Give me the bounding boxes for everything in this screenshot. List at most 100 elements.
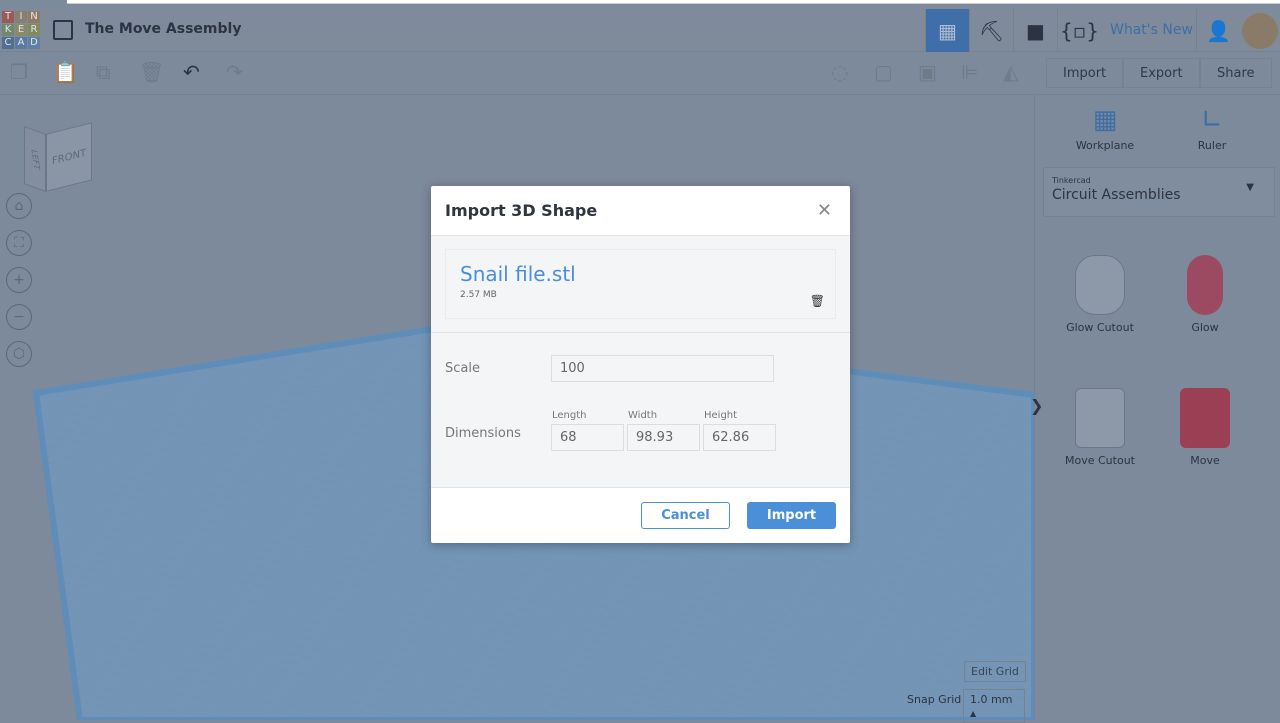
shape-label: Move <box>1190 454 1220 467</box>
invite-user-button[interactable]: 👤 <box>1196 9 1240 52</box>
cube-front-face[interactable]: FRONT <box>46 122 92 192</box>
logo-letter: D <box>28 37 40 49</box>
right-panel: ▦ Workplane ∟ Ruler Tinkercad Circuit Asse… <box>1034 95 1280 720</box>
fit-icon: ⛶ <box>14 235 24 251</box>
trash-icon[interactable]: 🗑 <box>810 294 825 308</box>
3d-view-button[interactable]: ▦ <box>925 9 969 52</box>
shape-move-cutout[interactable]: Move Cutout <box>1055 388 1145 467</box>
duplicate-icon[interactable]: ⧉ <box>96 60 110 84</box>
cube-left-label: LEFT <box>28 148 42 170</box>
shape-label: Glow <box>1191 321 1219 334</box>
fit-view-button[interactable]: ⛶ <box>6 230 32 256</box>
minus-icon: − <box>13 309 25 325</box>
import-confirm-button[interactable]: Import <box>747 502 836 529</box>
shape-label: Move Cutout <box>1065 454 1135 467</box>
chevron-down-icon: ▼ <box>1246 182 1254 193</box>
toolbar: ❐ 📋 ⧉ 🗑 ↶ ↷ ◌ ▢ ▣ ⊫ ◭ Import Export Shar… <box>0 52 1280 95</box>
grid-icon: ▦ <box>938 18 957 43</box>
length-input[interactable]: 68 <box>551 424 624 451</box>
height-input[interactable]: 62.86 <box>703 424 776 451</box>
ruler-label: Ruler <box>1197 139 1227 152</box>
brick-icon: ■ <box>1026 18 1045 43</box>
chevron-up-icon: ▲ <box>970 709 977 718</box>
file-size: 2.57 MB <box>460 290 497 300</box>
plus-icon: + <box>13 272 25 288</box>
logo-letter: K <box>2 24 14 36</box>
zoom-out-button[interactable]: − <box>6 304 32 330</box>
logo-letter: E <box>15 24 27 36</box>
workplane-icon: ▦ <box>1092 105 1118 135</box>
bricks-button[interactable]: ■ <box>1013 9 1057 52</box>
ruler-button[interactable]: ∟ Ruler <box>1185 105 1239 152</box>
pickaxe-icon: ⛏ <box>978 18 1005 43</box>
share-button[interactable]: Share <box>1200 58 1272 88</box>
undo-icon[interactable]: ↶ <box>183 60 200 84</box>
collapse-panel-icon[interactable]: ❯ <box>1030 396 1043 415</box>
scale-input[interactable]: 100 <box>551 355 774 382</box>
shape-move[interactable]: Move <box>1160 388 1250 467</box>
cancel-button[interactable]: Cancel <box>641 502 730 529</box>
edit-grid-button[interactable]: Edit Grid <box>964 661 1026 682</box>
blocks-button[interactable]: ⛏ <box>969 9 1013 52</box>
width-label: Width <box>628 410 658 421</box>
workplane-label: Workplane <box>1075 139 1135 152</box>
library-source: Tinkercad <box>1052 176 1091 185</box>
shape-glow-cutout[interactable]: Glow Cutout <box>1055 255 1145 334</box>
scale-label: Scale <box>445 361 480 376</box>
mirror-icon[interactable]: ◭ <box>1003 60 1018 84</box>
options-section: Scale 100 Dimensions Length Width Height… <box>431 333 850 488</box>
library-select[interactable]: Tinkercad Circuit Assemblies ▼ <box>1043 167 1275 217</box>
import-button[interactable]: Import <box>1046 58 1124 88</box>
delete-icon[interactable]: 🗑 <box>139 60 164 84</box>
home-view-button[interactable]: ⌂ <box>6 193 32 219</box>
ruler-icon: ∟ <box>1201 105 1223 135</box>
whats-new-link[interactable]: What's New <box>1102 9 1201 52</box>
align-icon[interactable]: ⊫ <box>961 60 978 84</box>
logo-letter: A <box>15 37 27 49</box>
codeblocks-button[interactable]: {▫} <box>1057 9 1101 52</box>
workplane-button[interactable]: ▦ Workplane <box>1075 105 1135 152</box>
dialog-title: Import 3D Shape <box>431 186 850 236</box>
export-button[interactable]: Export <box>1123 58 1200 88</box>
file-section: Snail file.stl 2.57 MB 🗑 <box>431 236 850 333</box>
group-icon[interactable]: ▢ <box>874 60 893 84</box>
paste-icon[interactable]: 📋 <box>53 60 78 84</box>
shape-glow[interactable]: Glow <box>1160 255 1250 334</box>
copy-icon[interactable]: ❐ <box>10 60 28 84</box>
file-name: Snail file.stl <box>460 262 576 286</box>
close-icon[interactable]: ✕ <box>817 200 832 221</box>
logo-letter: N <box>28 11 40 23</box>
snap-grid-label: Snap Grid <box>907 693 962 706</box>
view-cube[interactable]: LEFT FRONT <box>24 120 94 194</box>
redo-icon[interactable]: ↷ <box>226 60 243 84</box>
logo-letter: I <box>15 11 27 23</box>
design-list-icon[interactable] <box>53 20 73 40</box>
design-title[interactable]: The Move Assembly <box>85 21 241 37</box>
shape-label: Glow Cutout <box>1066 321 1134 334</box>
height-label: Height <box>704 410 738 421</box>
tinkercad-logo[interactable]: T I N K E R C A D <box>2 11 40 49</box>
avatar[interactable] <box>1242 13 1278 49</box>
cube-icon: ⬡ <box>12 346 26 362</box>
snap-grid-select[interactable]: 1.0 mm ▲ <box>963 689 1025 723</box>
cube-left-face[interactable]: LEFT <box>24 125 46 193</box>
length-label: Length <box>552 410 587 421</box>
lightbulb-icon[interactable]: ◌ <box>831 60 848 84</box>
home-icon: ⌂ <box>14 198 24 214</box>
zoom-in-button[interactable]: + <box>6 267 32 293</box>
cube-front-label: FRONT <box>51 147 87 167</box>
perspective-button[interactable]: ⬡ <box>6 341 32 367</box>
browser-strip <box>0 0 1280 9</box>
dimensions-label: Dimensions <box>445 426 521 441</box>
add-user-icon: 👤 <box>1206 18 1231 43</box>
file-card: Snail file.stl 2.57 MB 🗑 <box>445 249 836 319</box>
logo-letter: T <box>2 11 14 23</box>
library-name: Circuit Assemblies <box>1052 187 1181 203</box>
code-braces-icon: {▫} <box>1059 18 1099 43</box>
app-header: T I N K E R C A D The Move Assembly ▦ ⛏ … <box>0 9 1280 52</box>
ungroup-icon[interactable]: ▣ <box>918 60 937 84</box>
logo-letter: C <box>2 37 14 49</box>
import-dialog: Import 3D Shape ✕ Snail file.stl 2.57 MB… <box>431 186 850 543</box>
width-input[interactable]: 98.93 <box>627 424 700 451</box>
snap-grid-value: 1.0 mm <box>970 693 1013 706</box>
